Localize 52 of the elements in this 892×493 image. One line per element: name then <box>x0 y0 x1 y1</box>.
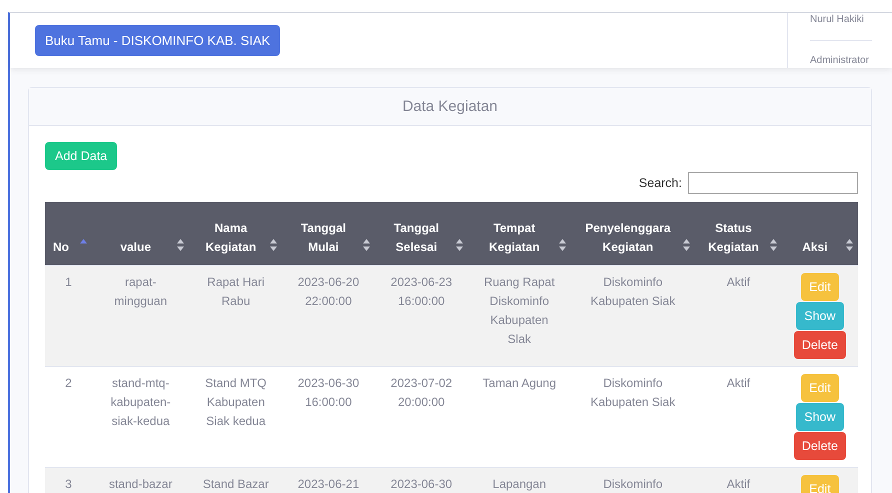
table-cell: Taman Agung <box>468 366 571 468</box>
table-cell: Aktif <box>695 366 782 468</box>
sort-icon <box>80 239 87 244</box>
user-role: Administrator <box>810 55 870 68</box>
table-cell: stand-mtq-kabupaten-siak-kedua <box>92 366 190 468</box>
brand-button[interactable]: Buku Tamu - DISKOMINFO KAB. SIAK <box>35 25 280 56</box>
column-header[interactable]: Tanggal Mulai <box>282 202 375 266</box>
sort-icon <box>770 239 777 251</box>
column-header[interactable]: Nama Kegiatan <box>189 202 282 266</box>
sort-icon <box>362 239 370 251</box>
table-cell: Aktif <box>695 266 782 366</box>
sort-icon <box>177 239 184 251</box>
sort-icon <box>683 239 690 251</box>
search-field[interactable] <box>688 172 858 194</box>
search-label: Search: <box>638 176 682 190</box>
column-header[interactable]: Aksi <box>782 202 858 266</box>
action-button[interactable]: Show <box>796 403 844 431</box>
column-header[interactable]: Tanggal Selesai <box>374 202 468 266</box>
table-cell: rapat-mingguan <box>92 266 190 366</box>
card-title: Data Kegiatan <box>402 98 498 115</box>
column-header[interactable]: Penyelenggara Kegiatan <box>570 202 696 266</box>
table-cell: 2023-06-20 22:00:00 <box>282 266 375 366</box>
table-cell: Stand Bazar <box>189 468 282 493</box>
action-button[interactable]: Show <box>796 302 844 330</box>
column-header[interactable]: Status Kegiatan <box>695 202 782 266</box>
table-cell: 2023-06-21 <box>282 468 375 493</box>
column-header[interactable]: value <box>92 202 190 266</box>
action-button[interactable]: Delete <box>794 331 846 359</box>
sort-icon <box>846 239 853 251</box>
sort-icon <box>558 239 566 251</box>
table-cell: 3 <box>45 468 92 493</box>
column-header[interactable]: No <box>45 202 92 266</box>
table-cell: 2023-06-23 16:00:00 <box>374 266 468 366</box>
table-cell: stand-bazar <box>92 468 190 493</box>
table-cell: 2023-06-30 16:00:00 <box>282 366 375 468</box>
table-cell: 1 <box>45 266 92 366</box>
sort-icon <box>270 239 278 251</box>
table-cell: Lapangan <box>468 468 571 493</box>
sort-icon <box>456 239 464 251</box>
table-cell: Diskominfo Kabupaten Siak <box>570 366 696 468</box>
table-cell: 2023-06-30 <box>374 468 468 493</box>
user-name[interactable]: Nurul Hakiki <box>810 13 872 25</box>
column-header[interactable]: Tempat Kegiatan <box>468 202 571 266</box>
table-cell: Diskominfo <box>570 468 696 493</box>
table-cell: Rapat Hari Rabu <box>189 266 282 366</box>
table-cell: Diskominfo Kabupaten Siak <box>570 266 696 366</box>
table-cell: Aktif <box>695 468 782 493</box>
table-cell: Ruang Rapat Diskominfo Kabupaten Slak <box>468 266 571 366</box>
table-cell: 2 <box>45 366 92 468</box>
table-cell: Stand MTQ Kabupaten Siak kedua <box>189 366 282 468</box>
action-button[interactable]: Delete <box>794 432 846 460</box>
table-cell: 2023-07-02 20:00:00 <box>374 366 468 468</box>
